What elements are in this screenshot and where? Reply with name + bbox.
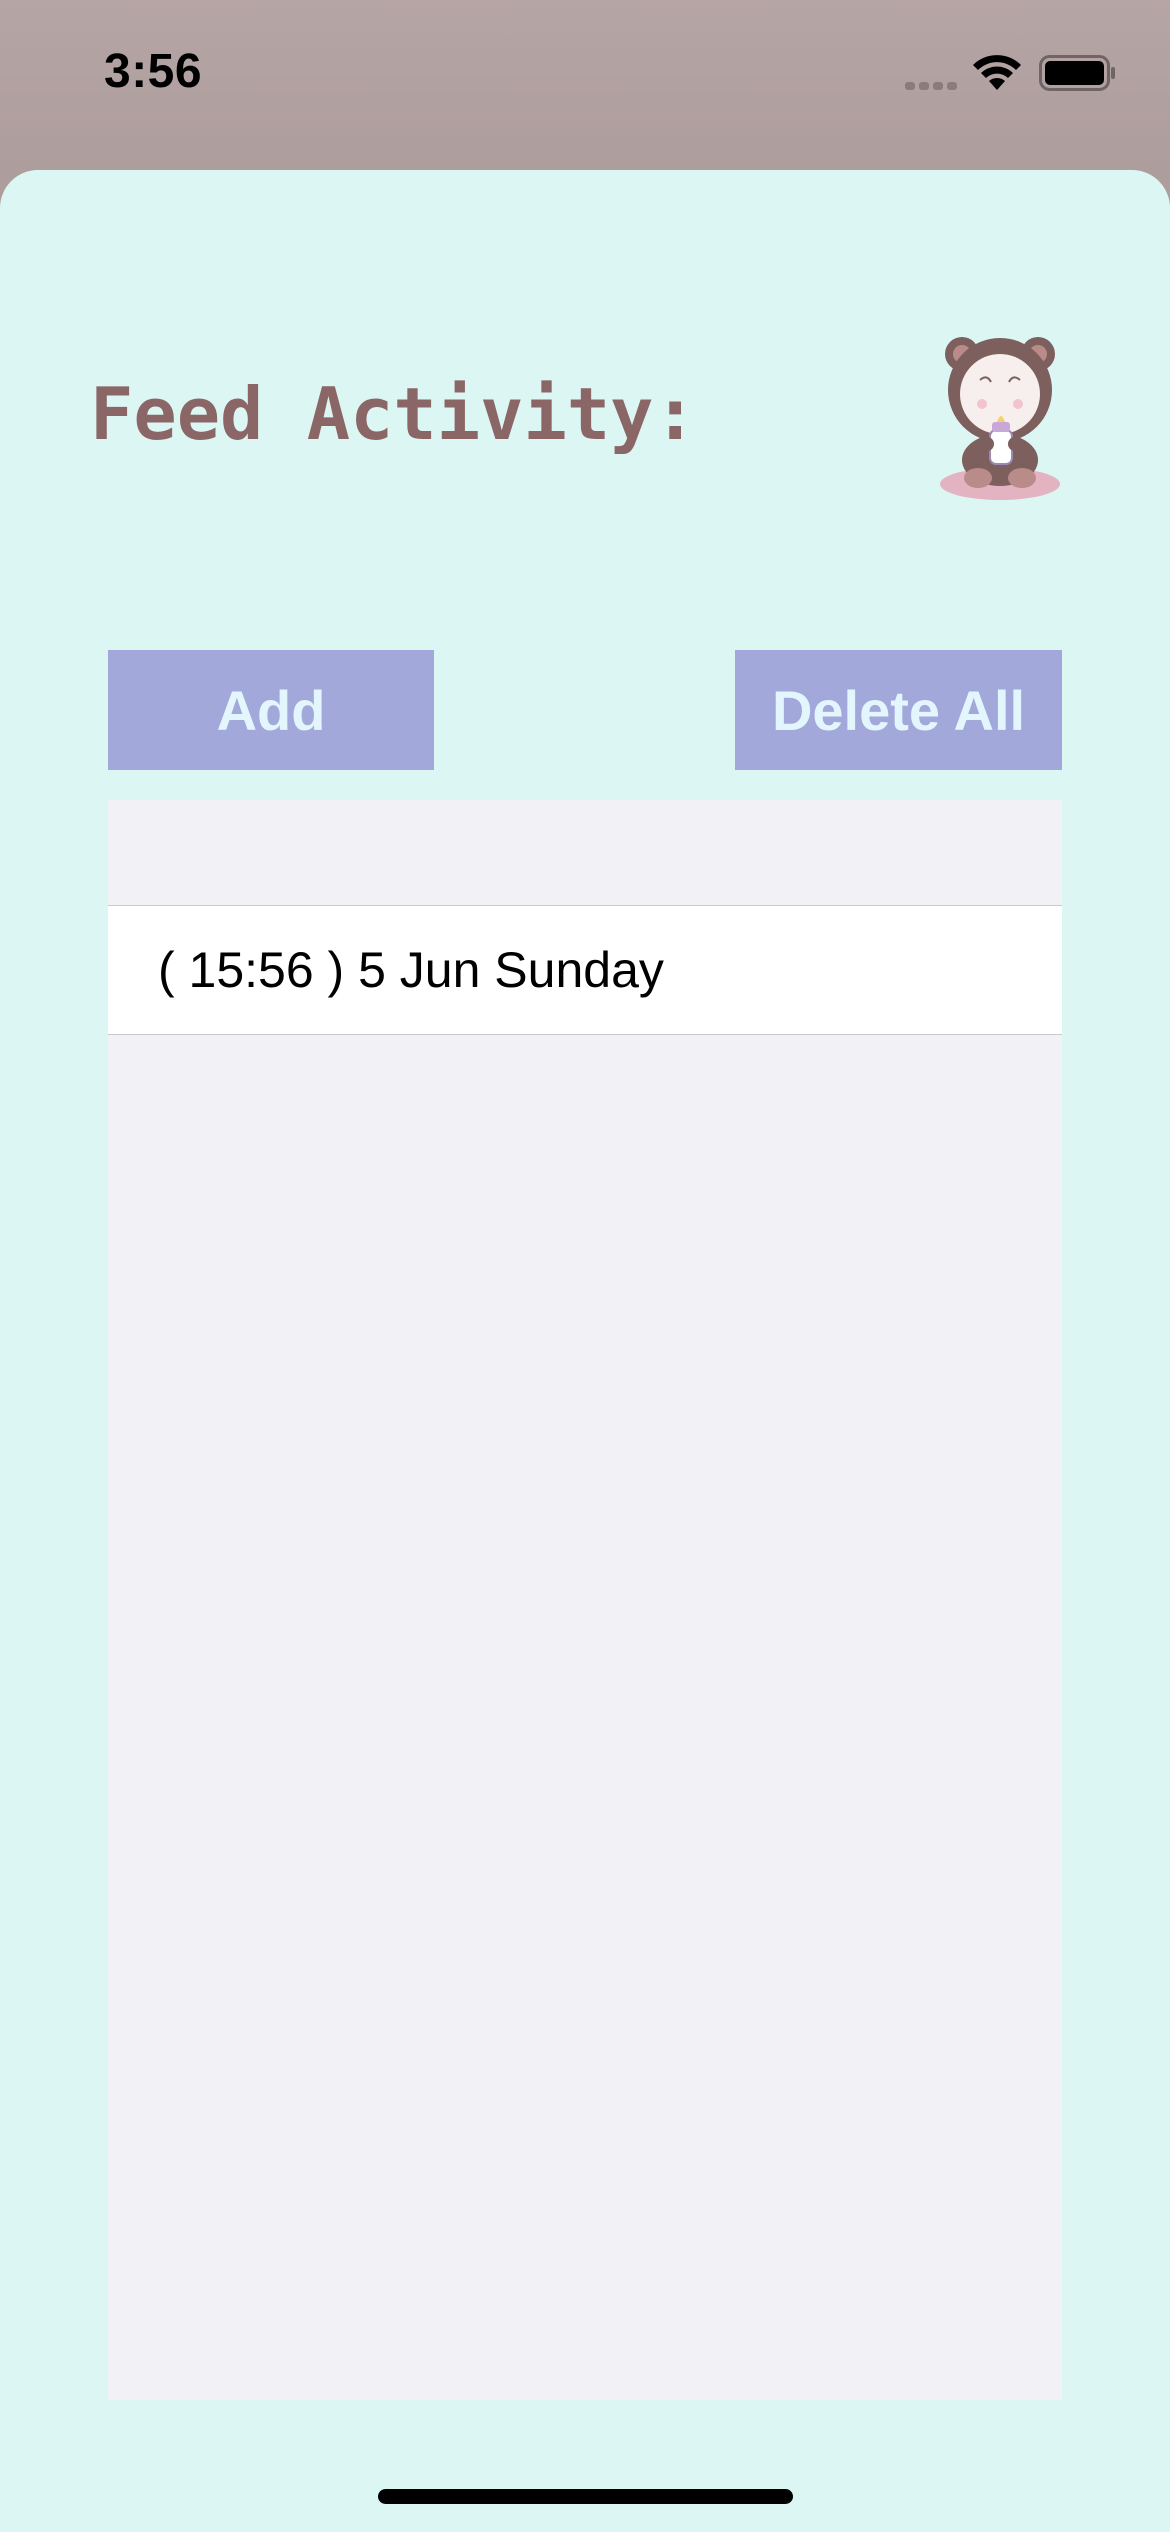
feed-entry-label: ( 15:56 ) 5 Jun Sunday — [158, 942, 664, 998]
add-button[interactable]: Add — [108, 650, 434, 770]
feed-table[interactable]: ( 15:56 ) 5 Jun Sunday — [108, 800, 1062, 2400]
wifi-icon — [973, 55, 1021, 90]
status-bar: 3:56 — [0, 0, 1170, 150]
page-title: Feed Activity: — [90, 372, 697, 456]
signal-icon — [905, 82, 957, 90]
delete-all-button[interactable]: Delete All — [735, 650, 1062, 770]
battery-icon — [1039, 55, 1115, 91]
status-time: 3:56 — [104, 45, 203, 98]
table-row[interactable]: ( 15:56 ) 5 Jun Sunday — [108, 905, 1062, 1035]
baby-bear-bottle-icon — [940, 337, 1060, 500]
home-indicator[interactable] — [378, 2489, 793, 2504]
